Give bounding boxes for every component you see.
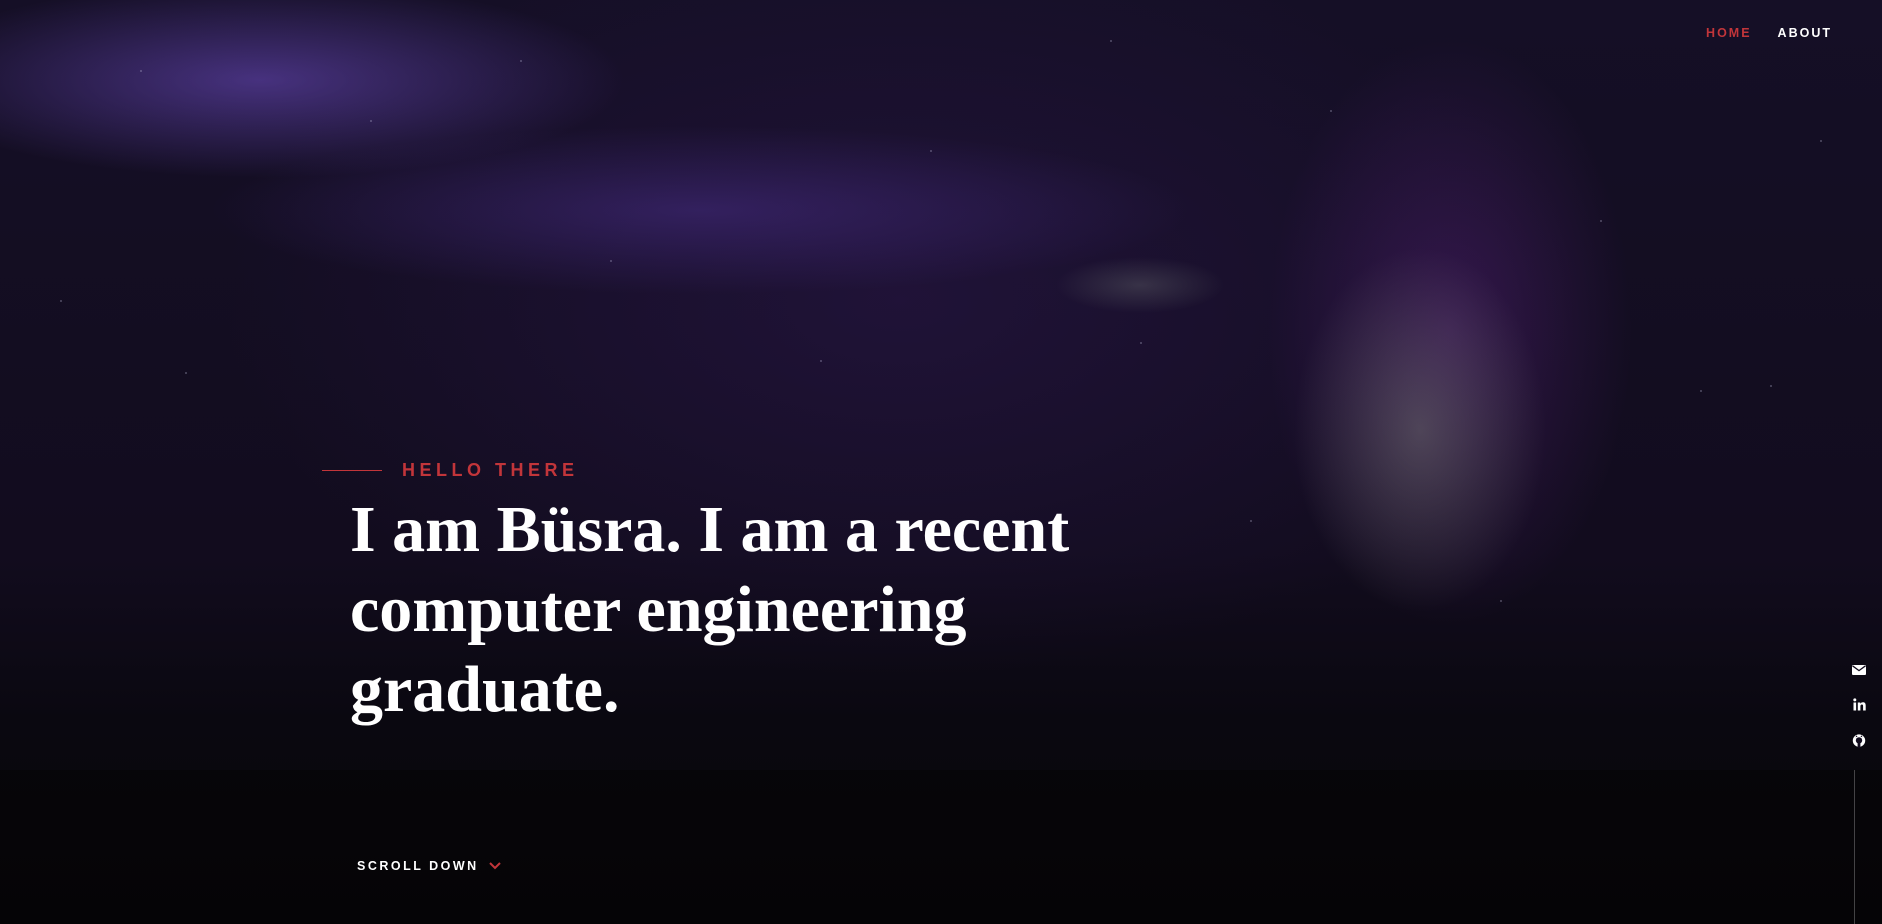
mail-link[interactable] xyxy=(1850,662,1868,680)
linkedin-link[interactable] xyxy=(1850,698,1868,716)
kicker-divider-line xyxy=(322,470,382,471)
hero-headline: I am Büsra. I am a recent computer engin… xyxy=(350,493,1070,726)
hero-background xyxy=(0,0,1882,924)
scroll-down-link[interactable]: SCROLL DOWN xyxy=(357,859,501,873)
main-nav: HOME ABOUT xyxy=(1706,26,1832,40)
social-links xyxy=(1850,662,1868,752)
social-divider-line xyxy=(1854,770,1855,924)
intro-kicker: HELLO THERE xyxy=(402,460,579,480)
nav-home-link[interactable]: HOME xyxy=(1706,26,1752,40)
github-link[interactable] xyxy=(1850,733,1868,753)
mail-icon xyxy=(1852,662,1866,680)
github-icon xyxy=(1852,733,1866,753)
horizon-silhouette xyxy=(0,770,1882,924)
nav-about-link[interactable]: ABOUT xyxy=(1778,26,1832,40)
linkedin-icon xyxy=(1852,698,1866,716)
scroll-down-label: SCROLL DOWN xyxy=(357,859,479,873)
chevron-down-icon xyxy=(489,862,501,870)
